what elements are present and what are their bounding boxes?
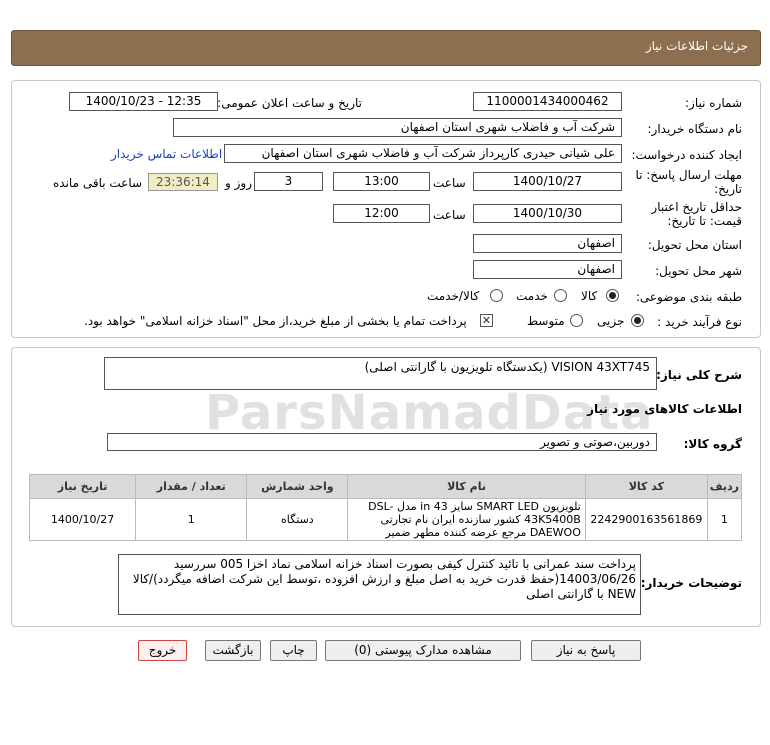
col-row: ردیف <box>706 474 743 499</box>
process-option-medium: متوسط <box>527 314 565 328</box>
announce-datetime-field: 1400/10/23 - 12:35 <box>69 92 218 111</box>
need-number-field: 1100001434000462 <box>473 92 622 111</box>
remaining-time-label: ساعت باقی مانده <box>53 176 143 190</box>
buyer-org-label: نام دستگاه خریدار: <box>647 122 743 136</box>
cell-code: 2242900163561869 <box>584 498 708 541</box>
cell-qty: 1 <box>135 498 248 541</box>
process-option-minor: جزیی <box>597 314 625 328</box>
creator-label: ایجاد کننده درخواست: <box>631 148 742 162</box>
deadline-date-field: 1400/10/27 <box>473 172 622 191</box>
deadline-time-label: ساعت <box>433 176 466 190</box>
col-name: نام کالا <box>347 474 586 499</box>
validity-time-field: 12:00 <box>333 204 430 223</box>
category-option-goods-service: کالا/خدمت <box>427 289 480 303</box>
page-title: جزئیات اطلاعات نیاز <box>11 30 761 66</box>
buyer-contact-link[interactable]: اطلاعات تماس خریدار <box>111 147 222 161</box>
validity-date-field: 1400/10/30 <box>473 204 622 223</box>
remaining-time-badge: 23:36:14 <box>148 173 218 191</box>
col-qty: تعداد / مقدار <box>135 474 248 499</box>
exit-button[interactable]: خروج <box>138 640 187 661</box>
days-field: 3 <box>254 172 323 191</box>
category-radio-goods-service[interactable] <box>490 289 503 302</box>
attachments-button[interactable]: مشاهده مدارک پیوستی (0) <box>325 640 521 661</box>
deadline-time-field: 13:00 <box>333 172 430 191</box>
print-button[interactable]: چاپ <box>270 640 317 661</box>
process-radio-medium[interactable] <box>570 314 583 327</box>
summary-label: شرح کلی نیاز: <box>656 368 742 382</box>
category-option-goods: کالا <box>581 289 598 303</box>
category-radio-goods[interactable] <box>606 289 619 302</box>
reply-button[interactable]: پاسخ به نیاز <box>531 640 641 661</box>
process-type-label: نوع فرآیند خرید : <box>657 315 742 329</box>
buyer-notes-label: توضیحات خریدار: <box>640 576 742 590</box>
goods-group-label: گروه کالا: <box>683 437 742 451</box>
delivery-city-field: اصفهان <box>473 260 622 279</box>
need-number-label: شماره نیاز: <box>685 96 742 110</box>
delivery-province-field: اصفهان <box>473 234 622 253</box>
validity-label-line2: قیمت: تا تاریخ: <box>667 214 742 228</box>
announce-datetime-label: تاریخ و ساعت اعلان عمومی: <box>217 96 362 110</box>
creator-field: علی شیانی حیدری کارپرداز شرکت آب و فاضلا… <box>224 144 622 163</box>
goods-table: ردیف کد کالا نام کالا واحد شمارش تعداد /… <box>28 474 743 541</box>
buyer-notes-field: پرداخت سند عمرانی با تائید کنترل کیفی بص… <box>118 554 641 615</box>
cell-name: تلویزیون SMART LED سایز 43 in مدل DSL-43… <box>347 498 586 541</box>
process-radio-minor[interactable] <box>631 314 644 327</box>
goods-table-header: ردیف کد کالا نام کالا واحد شمارش تعداد /… <box>28 474 743 499</box>
treasury-payment-note: پرداخت تمام یا بخشی از مبلغ خرید،از محل … <box>84 314 467 328</box>
category-option-service: خدمت <box>516 289 548 303</box>
delivery-province-label: استان محل تحویل: <box>647 238 742 252</box>
validity-time-label: ساعت <box>433 208 466 222</box>
summary-field: VISION 43XT745 (یکدستگاه تلویزیون با گار… <box>104 357 657 390</box>
col-code: کد کالا <box>584 474 708 499</box>
back-button[interactable]: بازگشت <box>205 640 261 661</box>
cell-row: 1 <box>706 498 743 541</box>
table-row: 1 2242900163561869 تلویزیون SMART LED سا… <box>28 498 743 541</box>
delivery-city-label: شهر محل تحویل: <box>655 264 742 278</box>
buyer-org-field: شرکت آب و فاضلاب شهری استان اصفهان <box>173 118 622 137</box>
validity-label-line1: حداقل تاریخ اعتبار <box>651 200 742 214</box>
category-label: طبقه بندی موضوعی: <box>635 290 742 304</box>
cell-unit: دستگاه <box>246 498 349 541</box>
treasury-payment-checkbox[interactable]: ✕ <box>480 314 493 327</box>
col-date: تاریخ نیاز <box>28 474 137 499</box>
category-radio-service[interactable] <box>554 289 567 302</box>
days-label: روز و <box>225 176 252 190</box>
goods-section-title: اطلاعات کالاهای مورد نیاز <box>587 402 742 416</box>
cell-date: 1400/10/27 <box>28 498 137 541</box>
deadline-label-line1: مهلت ارسال پاسخ: تا <box>635 168 742 182</box>
goods-group-field: دوربین،صوتی و تصویر <box>107 433 657 451</box>
deadline-label-line2: تاریخ: <box>714 182 742 196</box>
col-unit: واحد شمارش <box>246 474 349 499</box>
